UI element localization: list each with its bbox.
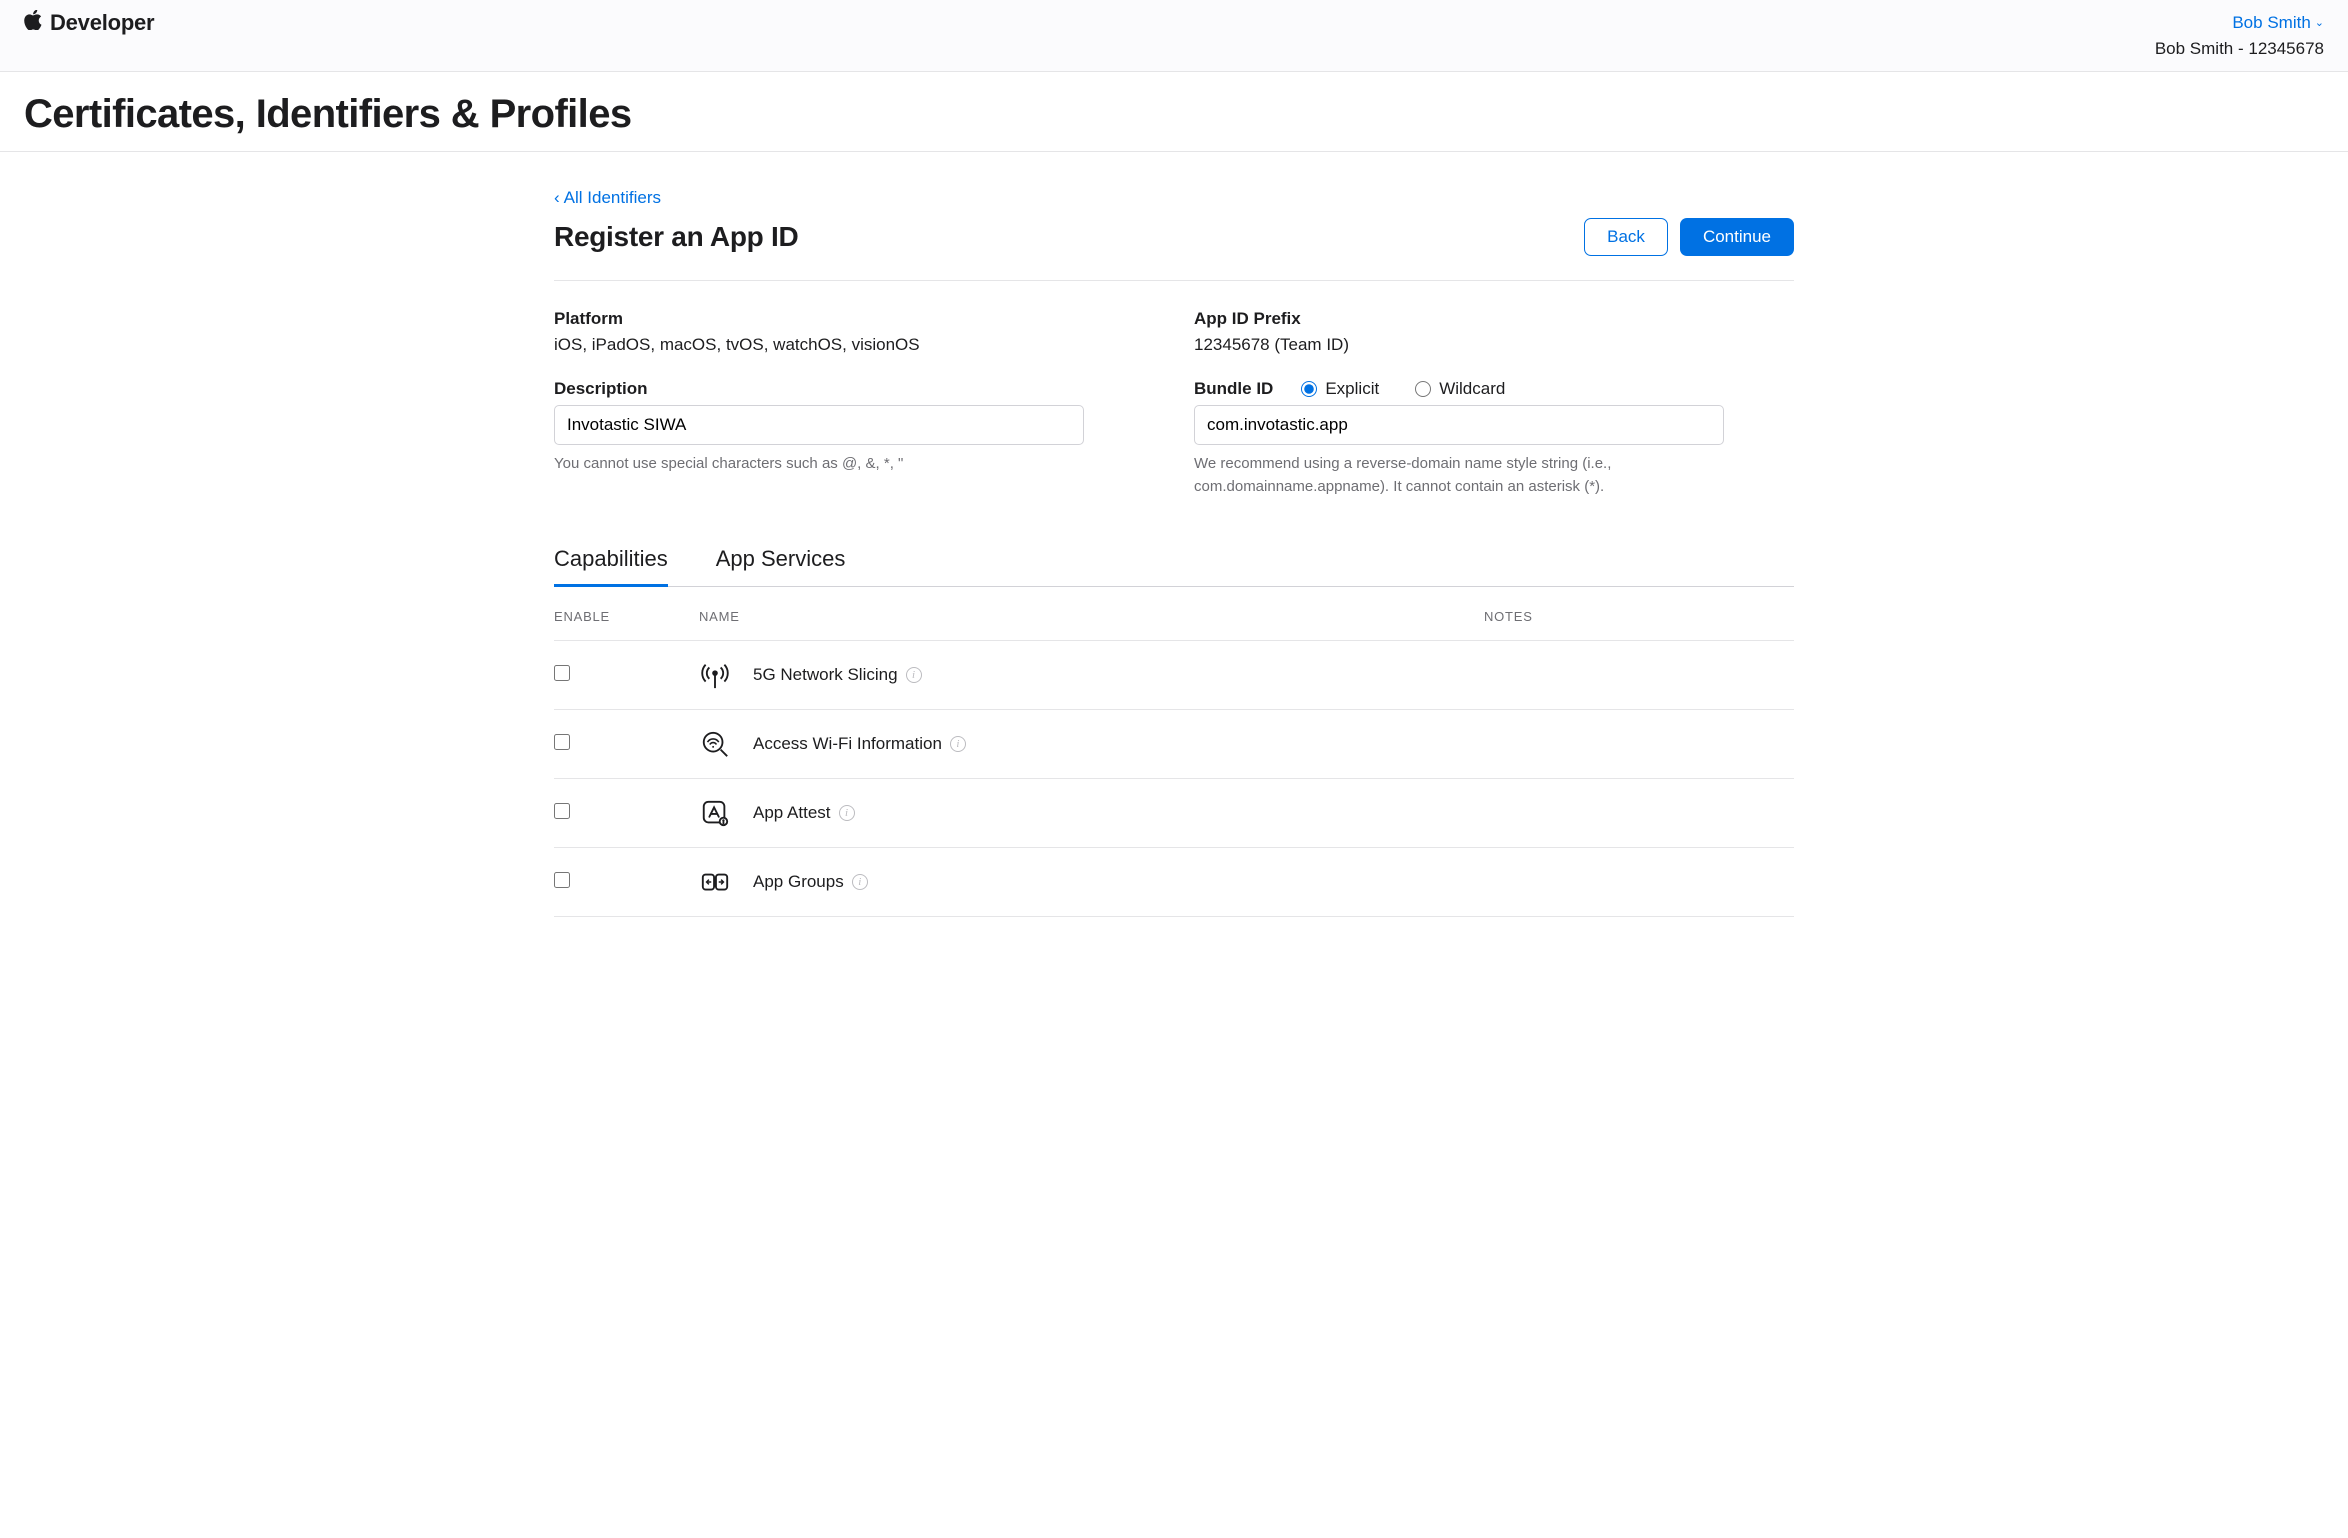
info-icon[interactable]: i — [839, 805, 855, 821]
account-dropdown[interactable]: Bob Smith ⌄ — [2232, 10, 2324, 36]
section-header: Register an App ID Back Continue — [554, 218, 1794, 281]
capabilities-table: ENABLE NAME NOTES 5G Network SlicingiAcc… — [554, 587, 1794, 917]
continue-button[interactable]: Continue — [1680, 218, 1794, 256]
table-row: App Groups i — [554, 848, 1794, 917]
capability-label: App Groups — [753, 872, 844, 892]
bundle-field: Bundle ID Explicit Wildcard We recommend… — [1194, 379, 1794, 498]
radio-wildcard-label: Wildcard — [1439, 379, 1505, 399]
capability-label: App Attest — [753, 803, 831, 823]
description-input[interactable] — [554, 405, 1084, 445]
wifi-search-icon — [699, 728, 731, 760]
table-row: 5G Network Slicing i — [554, 641, 1794, 710]
tabs-row: Capabilities App Services — [554, 538, 1794, 587]
app-groups-icon — [699, 866, 731, 898]
top-bar: Developer Bob Smith ⌄ Bob Smith - 123456… — [0, 0, 2348, 72]
info-icon[interactable]: i — [906, 667, 922, 683]
info-icon[interactable]: i — [852, 874, 868, 890]
radio-explicit-label: Explicit — [1325, 379, 1379, 399]
enable-checkbox[interactable] — [554, 872, 570, 888]
description-field: Description You cannot use special chara… — [554, 379, 1154, 498]
table-row: Access Wi-Fi Information i — [554, 710, 1794, 779]
tab-app-services[interactable]: App Services — [716, 538, 846, 587]
radio-wildcard[interactable]: Wildcard — [1415, 379, 1505, 399]
account-team-label: Bob Smith - 12345678 — [2155, 36, 2324, 62]
prefix-field: App ID Prefix 12345678 (Team ID) — [1194, 309, 1794, 355]
description-label: Description — [554, 379, 1154, 399]
bundle-label: Bundle ID — [1194, 379, 1273, 399]
back-to-identifiers-link[interactable]: ‹ All Identifiers — [554, 188, 661, 208]
radio-explicit[interactable]: Explicit — [1301, 379, 1379, 399]
capability-label: 5G Network Slicing — [753, 665, 898, 685]
account-name-label: Bob Smith — [2232, 10, 2310, 36]
bundle-help: We recommend using a reverse-domain name… — [1194, 453, 1724, 498]
enable-checkbox[interactable] — [554, 665, 570, 681]
back-link-label: All Identifiers — [564, 188, 661, 208]
brand-label: Developer — [50, 10, 154, 36]
page-title: Certificates, Identifiers & Profiles — [24, 92, 2324, 137]
app-attest-icon — [699, 797, 731, 829]
chevron-down-icon: ⌄ — [2315, 15, 2324, 32]
col-name: NAME — [699, 587, 1484, 641]
page-title-bar: Certificates, Identifiers & Profiles — [0, 72, 2348, 152]
capability-label: Access Wi-Fi Information — [753, 734, 942, 754]
col-notes: NOTES — [1484, 587, 1794, 641]
radio-wildcard-input[interactable] — [1415, 381, 1431, 397]
account-area: Bob Smith ⌄ Bob Smith - 12345678 — [2155, 10, 2324, 61]
platform-field: Platform iOS, iPadOS, macOS, tvOS, watch… — [554, 309, 1154, 355]
chevron-left-icon: ‹ — [554, 188, 560, 208]
section-title: Register an App ID — [554, 221, 798, 253]
platform-label: Platform — [554, 309, 1154, 329]
enable-checkbox[interactable] — [554, 803, 570, 819]
antenna-icon — [699, 659, 731, 691]
description-help: You cannot use special characters such a… — [554, 453, 1084, 476]
bundle-input[interactable] — [1194, 405, 1724, 445]
brand[interactable]: Developer — [24, 10, 154, 36]
table-row: App Attest i — [554, 779, 1794, 848]
col-enable: ENABLE — [554, 587, 699, 641]
back-button[interactable]: Back — [1584, 218, 1668, 256]
tab-capabilities[interactable]: Capabilities — [554, 538, 668, 587]
prefix-value: 12345678 (Team ID) — [1194, 335, 1794, 355]
radio-explicit-input[interactable] — [1301, 381, 1317, 397]
platform-value: iOS, iPadOS, macOS, tvOS, watchOS, visio… — [554, 335, 1154, 355]
info-icon[interactable]: i — [950, 736, 966, 752]
prefix-label: App ID Prefix — [1194, 309, 1794, 329]
enable-checkbox[interactable] — [554, 734, 570, 750]
apple-logo-icon — [24, 10, 42, 36]
